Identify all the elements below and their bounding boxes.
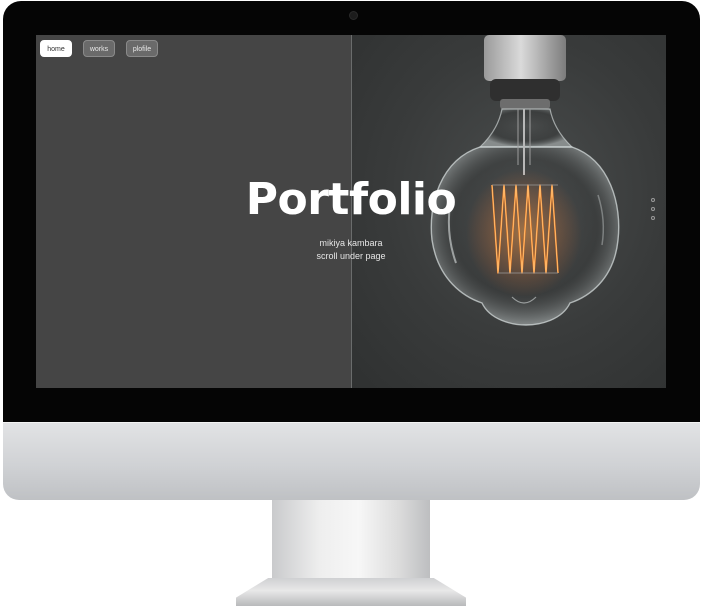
monitor-stand-foot	[236, 578, 466, 606]
pagination-dots	[651, 198, 655, 220]
hero-subtitle: mikiya kambara scroll under page	[36, 237, 666, 263]
pagination-dot-icon[interactable]	[651, 198, 655, 202]
hero-title: Portfolio	[245, 174, 457, 225]
monitor-chin	[3, 422, 700, 500]
top-nav: home works plofile	[40, 40, 158, 57]
website-viewport: home works plofile Portfolio mikiya kamb…	[36, 35, 666, 388]
monitor-stand-neck	[272, 500, 430, 586]
nav-plofile-button[interactable]: plofile	[126, 40, 158, 57]
scroll-hint: scroll under page	[316, 251, 386, 261]
nav-home-button[interactable]: home	[40, 40, 72, 57]
author-name: mikiya kambara	[319, 238, 383, 248]
pagination-dot-icon[interactable]	[651, 216, 655, 220]
nav-works-button[interactable]: works	[83, 40, 115, 57]
webcam-icon	[349, 11, 358, 20]
imac-device: home works plofile Portfolio mikiya kamb…	[0, 0, 704, 612]
pagination-dot-icon[interactable]	[651, 207, 655, 211]
